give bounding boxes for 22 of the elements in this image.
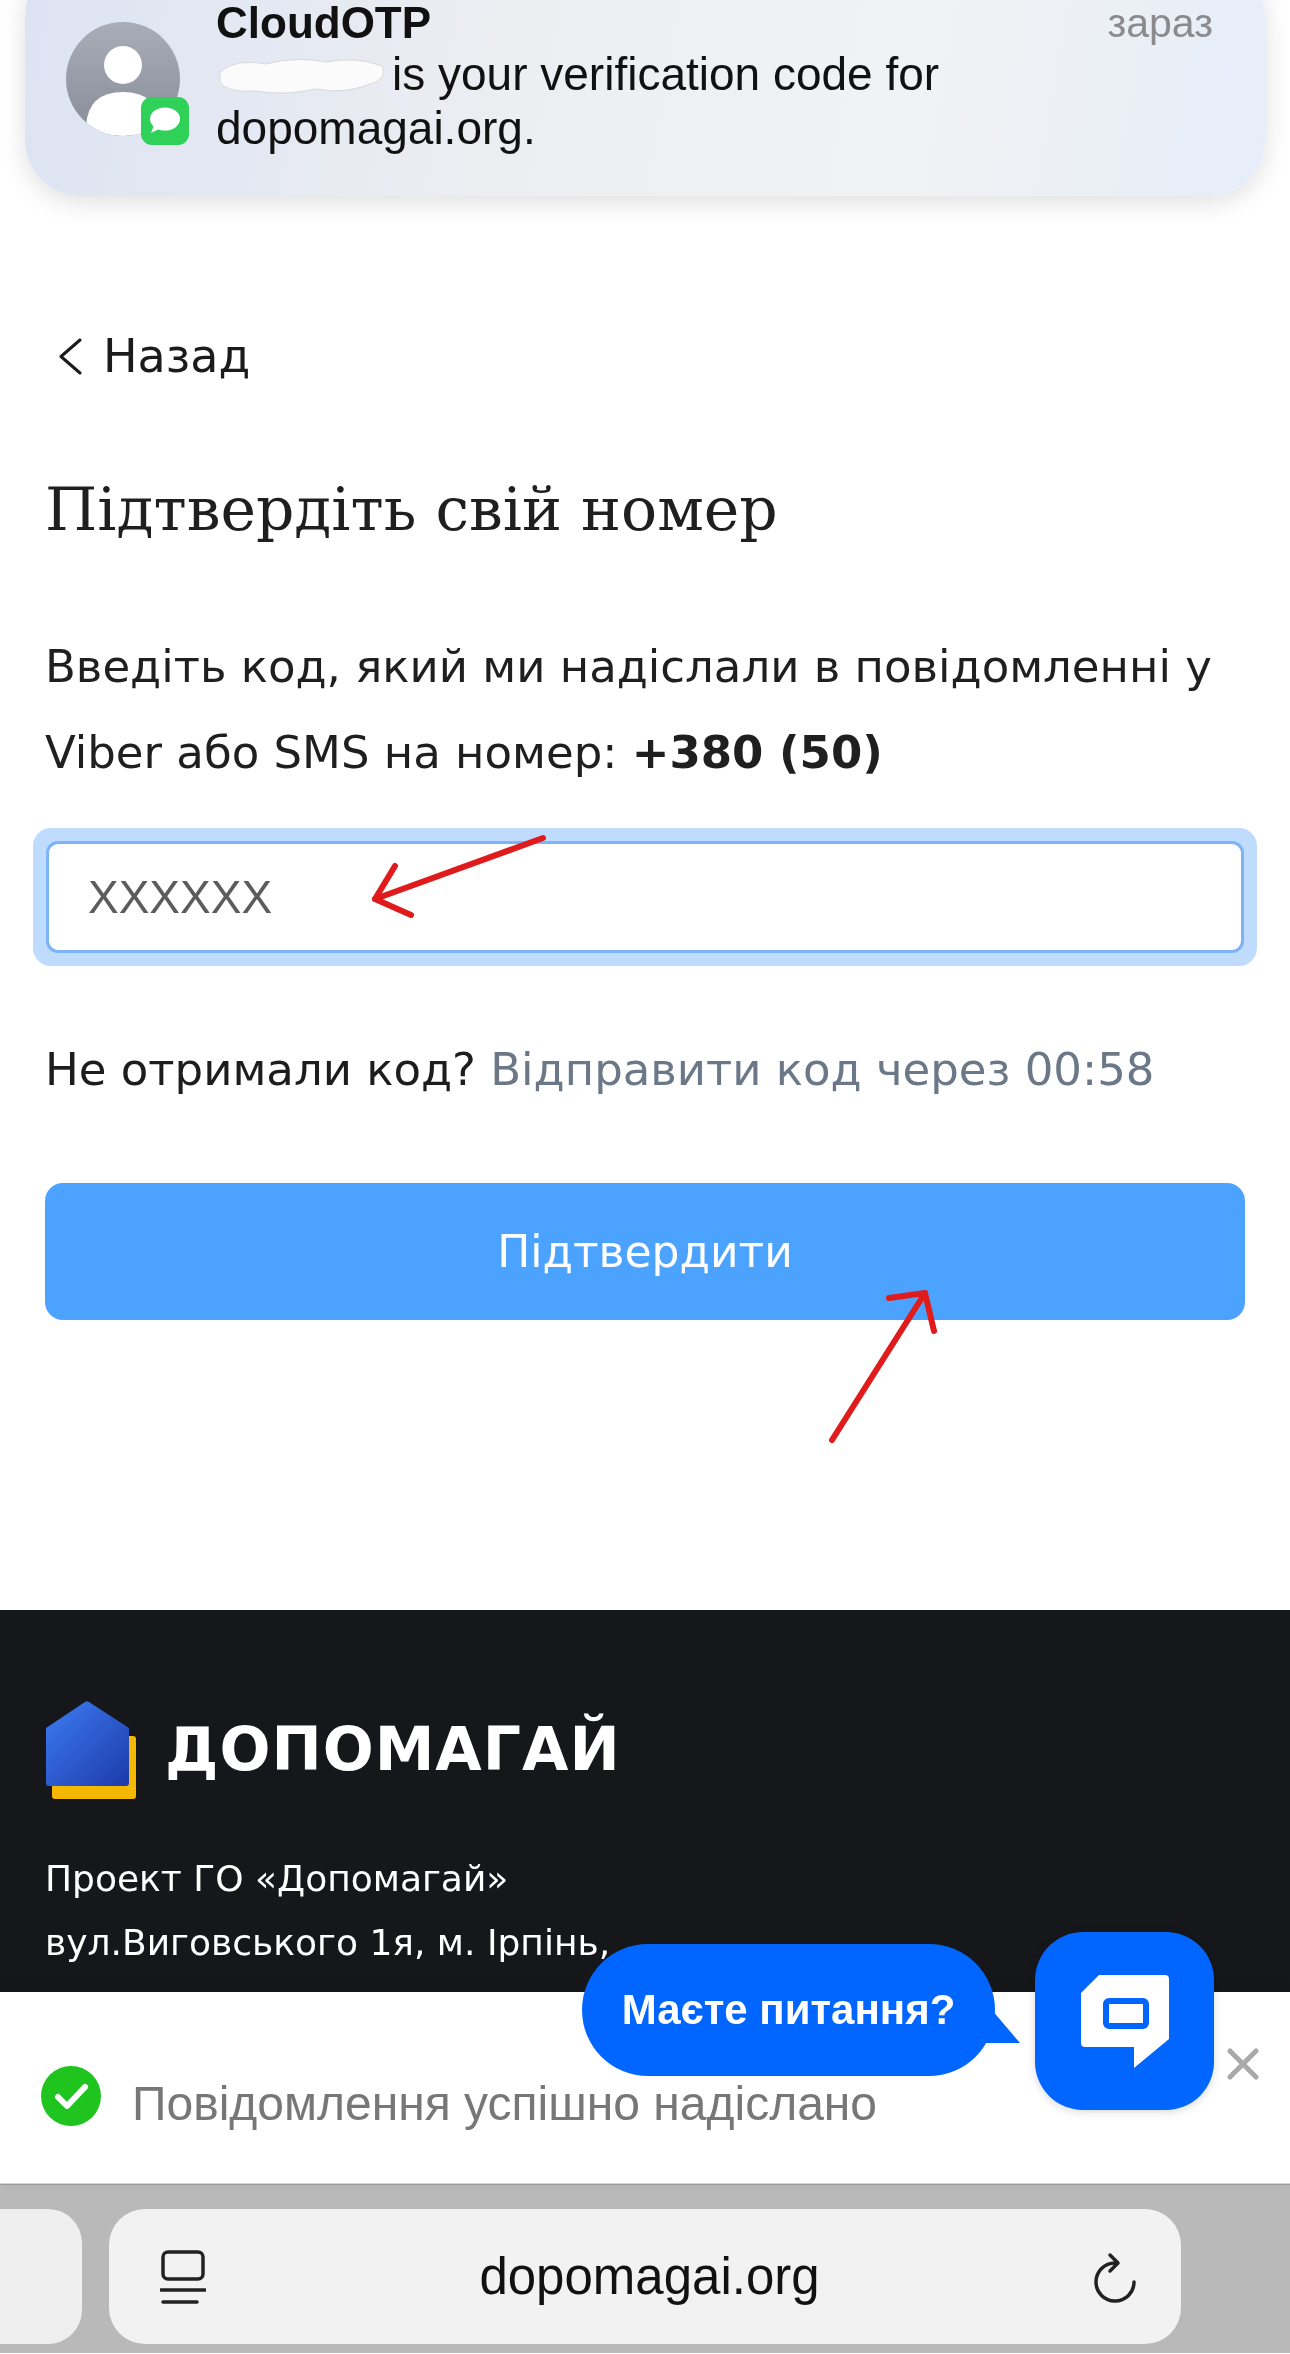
timestamp: зараз — [1107, 0, 1213, 47]
chat-button[interactable] — [1035, 1932, 1214, 2110]
address-bar[interactable]: dopomagai.org — [109, 2209, 1181, 2344]
notification-message: dopomagai.org. — [216, 101, 536, 155]
instructions-text: Введіть код, який ми надіслали в повідомленні у Viber або SMS на номер: +380 (50) — [45, 639, 1213, 781]
chat-icon — [1080, 1974, 1169, 2068]
address-line: Проект ГО «Допомагай» — [45, 1857, 510, 1901]
message-bubble-icon — [141, 97, 189, 145]
resend-prompt: Не отримали код? — [45, 1043, 476, 1096]
notification-card[interactable]: CloudOTP зараз is your verification code for dopomagai.org. — [25, 0, 1265, 196]
check-circle-icon — [41, 2066, 101, 2126]
code-input-field[interactable]: XXXXXX — [33, 828, 1257, 966]
reader-icon[interactable] — [160, 2249, 206, 2304]
back-link[interactable]: Назад — [58, 331, 251, 381]
toast-message: Повідомлення успішно надіслано — [132, 2076, 878, 2132]
app-name: CloudOTP — [216, 0, 432, 47]
house-logo-icon — [45, 1699, 137, 1799]
page-title: Підтвердіть свій номер — [45, 474, 779, 544]
url-text: dopomagai.org — [478, 2247, 821, 2306]
chevron-left-icon — [58, 337, 83, 375]
logo-wordmark: ДОПОМАГАЙ — [165, 1714, 621, 1784]
notification-message: is your verification code for — [392, 47, 940, 101]
